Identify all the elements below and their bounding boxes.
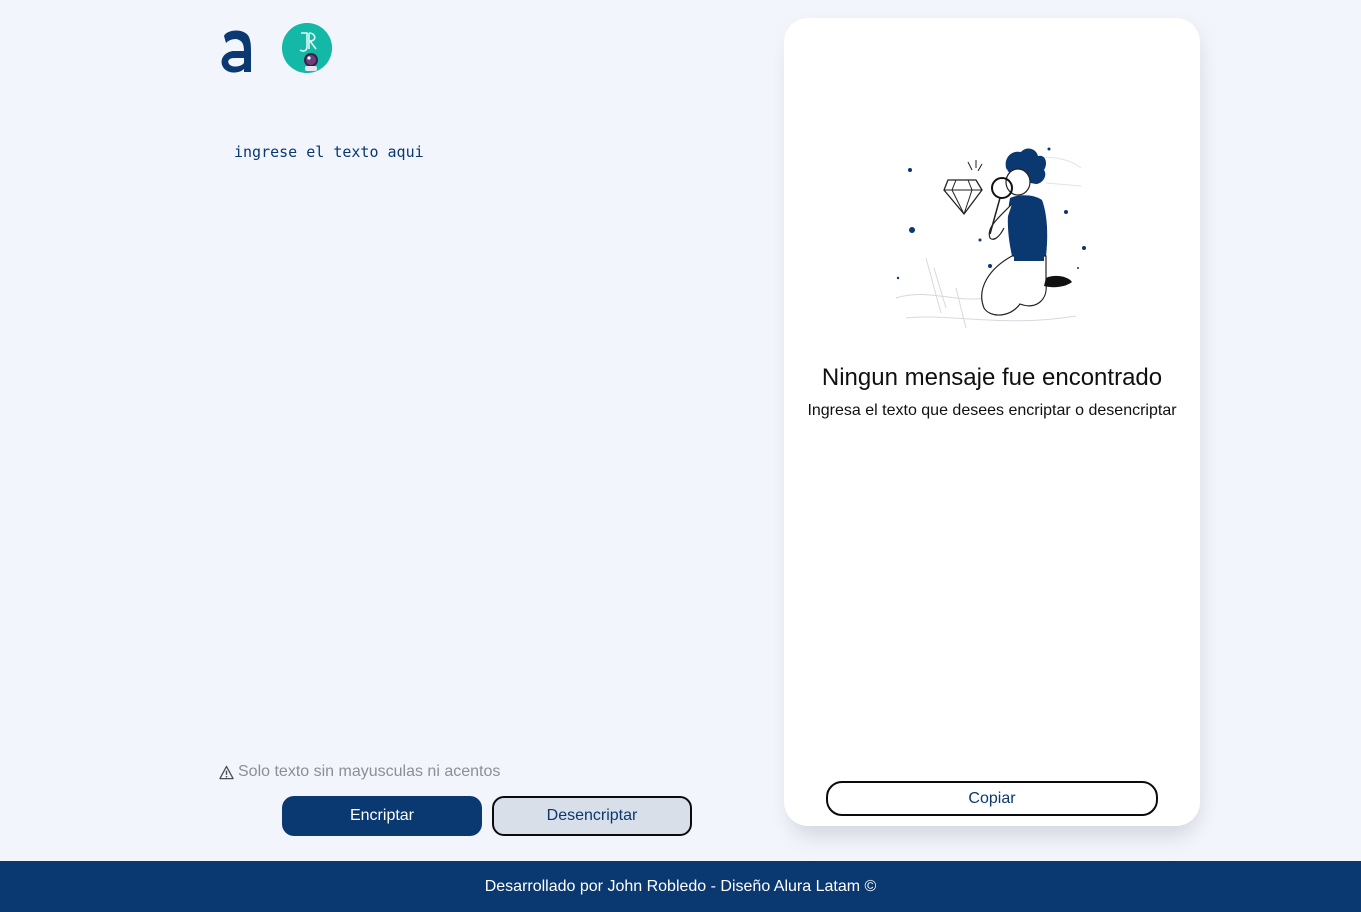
- jr-astronaut-avatar-icon: [282, 23, 332, 73]
- alura-logo-icon[interactable]: [219, 25, 253, 75]
- empty-state-subtitle: Ingresa el texto que desees encriptar o …: [807, 402, 1177, 419]
- warning-triangle-icon: [219, 765, 234, 779]
- empty-state-title: Ningun mensaje fue encontrado: [821, 364, 1163, 391]
- input-warning: Solo texto sin mayusculas ni acentos: [219, 763, 500, 781]
- person-with-magnifier-illustration: [895, 147, 1086, 329]
- decrypt-button[interactable]: Desencriptar: [492, 796, 692, 836]
- jr-avatar-logo[interactable]: [282, 23, 332, 73]
- footer: Desarrollado por John Robledo - Diseño A…: [0, 861, 1361, 912]
- text-input[interactable]: [234, 143, 734, 723]
- footer-text: Desarrollado por John Robledo - Diseño A…: [484, 877, 877, 895]
- copy-button[interactable]: Copiar: [826, 781, 1158, 816]
- encrypt-button[interactable]: Encriptar: [282, 796, 482, 836]
- warning-text: Solo texto sin mayusculas ni acentos: [238, 763, 501, 780]
- output-panel: Ningun mensaje fue encontrado Ingresa el…: [784, 18, 1200, 826]
